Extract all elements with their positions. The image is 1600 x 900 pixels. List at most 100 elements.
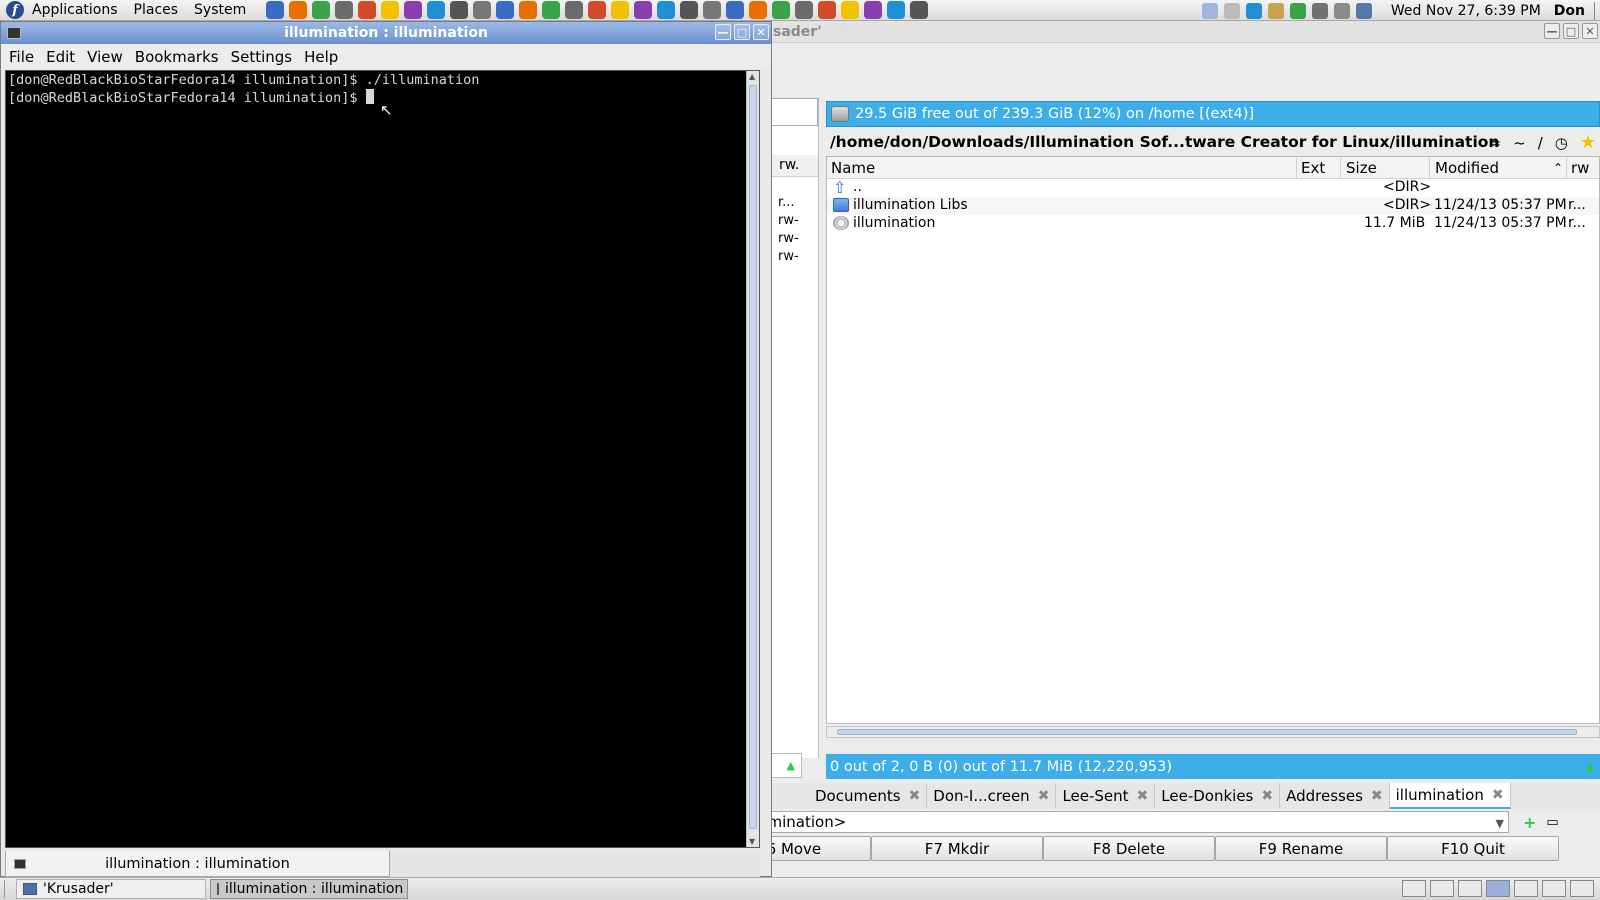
tab-documents[interactable]: Documents ✖ <box>809 783 928 809</box>
taskbar-item-terminal[interactable]: illumination : illumination <box>210 879 408 899</box>
gimp-icon[interactable] <box>335 1 354 19</box>
close-icon[interactable]: ✕ <box>753 24 769 40</box>
free-space-bar[interactable]: 29.5 GiB free out of 239.3 GiB (12%) on … <box>826 101 1600 127</box>
close-tab-icon[interactable]: ✖ <box>1038 788 1050 804</box>
fedora-logo-icon[interactable]: f <box>6 1 24 19</box>
scrollbar-thumb[interactable] <box>837 729 1577 735</box>
workspace-4[interactable] <box>1486 880 1510 897</box>
f7-mkdir-button[interactable]: F7 Mkdir <box>871 836 1043 861</box>
screenshot-icon[interactable] <box>496 1 515 19</box>
firefox-icon-2[interactable] <box>289 1 308 19</box>
close-tab-icon[interactable]: ✖ <box>1261 788 1273 804</box>
table-row[interactable]: ⇧ .. <DIR> <box>827 179 1599 197</box>
search-doc-icon[interactable] <box>818 1 837 19</box>
workspace-2[interactable] <box>1430 880 1454 897</box>
bookmark-star-icon[interactable]: ★ <box>1580 132 1596 153</box>
skype-tray-icon[interactable] <box>1245 2 1262 19</box>
chevron-down-icon[interactable]: ▼ <box>1496 814 1504 832</box>
tab-lee-sent[interactable]: Lee-Sent ✖ <box>1056 783 1156 809</box>
history-icon[interactable]: ◷ <box>1555 134 1568 152</box>
menu-edit[interactable]: Edit <box>40 48 81 66</box>
column-name[interactable]: Name <box>831 159 875 177</box>
sort-ascending-icon[interactable]: ⌃ <box>1553 161 1563 175</box>
clipboard-icon[interactable] <box>1223 2 1240 19</box>
column-ext[interactable]: Ext <box>1301 159 1325 177</box>
column-modified[interactable]: Modified <box>1435 159 1499 177</box>
webcam-icon[interactable] <box>542 1 561 19</box>
menu-file[interactable]: File <box>3 48 40 66</box>
binary-icon[interactable] <box>795 1 814 19</box>
table-row[interactable]: illumination Libs <DIR> 11/24/13 05:37 P… <box>827 197 1599 215</box>
tab-don-screen[interactable]: Don-I...creen ✖ <box>927 783 1057 809</box>
workspace-6[interactable] <box>1542 880 1566 897</box>
menu-settings[interactable]: Settings <box>225 48 299 66</box>
chrome-icon[interactable] <box>312 1 331 19</box>
a-icon[interactable] <box>588 1 607 19</box>
path-bar[interactable]: /home/don/Downloads/Illumination Sof...t… <box>826 129 1600 155</box>
terminal-titlebar[interactable]: illumination : illumination — □ ✕ <box>1 22 771 44</box>
column-rw[interactable]: rw <box>1571 159 1589 177</box>
command-line-input[interactable]: umination> ▼ <box>757 811 1509 833</box>
maximize-icon[interactable]: □ <box>734 24 750 40</box>
taskbar-item-krusader[interactable]: 'Krusader' <box>16 879 206 899</box>
camera-icon[interactable] <box>473 1 492 19</box>
show-desktop-icon[interactable] <box>4 880 12 898</box>
scrollbar-thumb[interactable] <box>749 85 757 829</box>
add-icon[interactable]: + <box>1523 813 1536 832</box>
workspace-7[interactable] <box>1570 880 1594 897</box>
checkmark-icon[interactable] <box>1289 2 1306 19</box>
places-menu[interactable]: Places <box>126 0 187 21</box>
f9-rename-button[interactable]: F9 Rename <box>1215 836 1387 861</box>
minimize-icon[interactable]: — <box>715 24 731 40</box>
display-icon[interactable] <box>1311 2 1328 19</box>
terminal-scrollbar[interactable]: ▲ ▼ <box>746 71 759 847</box>
calendar-icon[interactable] <box>749 1 768 19</box>
terminal-icon[interactable] <box>772 1 791 19</box>
app-icon-2[interactable] <box>657 1 676 19</box>
clock[interactable]: Wed Nov 27, 6:39 PM <box>1391 3 1541 19</box>
volume-icon[interactable] <box>1333 2 1350 19</box>
workspace-5[interactable] <box>1514 880 1538 897</box>
user-menu[interactable]: Don <box>1554 3 1585 19</box>
monitor-icon[interactable] <box>887 1 906 19</box>
scroll-down-icon[interactable]: ▼ <box>749 837 755 846</box>
scroll-up-icon[interactable]: ▲ <box>749 72 755 81</box>
tab-illumination[interactable]: illumination ✖ <box>1389 783 1511 809</box>
terminal-emulator-icon[interactable]: ▭ <box>1546 815 1558 830</box>
horizontal-scrollbar[interactable] <box>826 726 1600 738</box>
triangle-up-icon[interactable]: ▲ <box>1586 760 1594 773</box>
column-size[interactable]: Size <box>1346 159 1377 177</box>
clipboard-2-icon[interactable] <box>1267 2 1284 19</box>
system-menu[interactable]: System <box>186 0 254 21</box>
game-icon[interactable] <box>519 1 538 19</box>
compare-dirs-button[interactable]: = <box>1489 134 1502 152</box>
f10-quit-button[interactable]: F10 Quit <box>1387 836 1559 861</box>
f8-delete-button[interactable]: F8 Delete <box>1043 836 1215 861</box>
skype-icon[interactable] <box>427 1 446 19</box>
close-tab-icon[interactable]: ✖ <box>909 788 921 804</box>
network-wired-icon[interactable] <box>1355 2 1372 19</box>
table-row[interactable]: illumination 11.7 MiB 11/24/13 05:37 PM … <box>827 215 1599 233</box>
gnome-icon[interactable] <box>450 1 469 19</box>
pointer-icon[interactable] <box>864 1 883 19</box>
dragon-icon[interactable] <box>726 1 745 19</box>
web-icon[interactable] <box>358 1 377 19</box>
krusader-titlebar[interactable]: sader' — □ ✕ <box>757 21 1600 43</box>
notes-icon[interactable] <box>381 1 400 19</box>
barcode-icon[interactable] <box>703 1 722 19</box>
app-icon[interactable] <box>634 1 653 19</box>
network-tray-icon[interactable] <box>1201 2 1218 19</box>
tools-icon[interactable] <box>841 1 860 19</box>
vlc-icon[interactable] <box>611 1 630 19</box>
network-icon[interactable] <box>565 1 584 19</box>
firefox-icon[interactable] <box>266 1 285 19</box>
terminal-icon[interactable] <box>7 27 21 39</box>
close-tab-icon[interactable]: ✖ <box>1137 788 1149 804</box>
triangle-up-icon[interactable]: ▲ <box>787 759 795 772</box>
magnifier-icon[interactable] <box>910 1 929 19</box>
menu-bookmarks[interactable]: Bookmarks <box>129 48 225 66</box>
left-col-rw[interactable]: rw. <box>779 157 799 173</box>
workspace-1[interactable] <box>1402 880 1426 897</box>
terminal-output[interactable]: [don@RedBlackBioStarFedora14 illuminatio… <box>5 70 760 848</box>
close-tab-icon[interactable]: ✖ <box>1371 788 1383 804</box>
